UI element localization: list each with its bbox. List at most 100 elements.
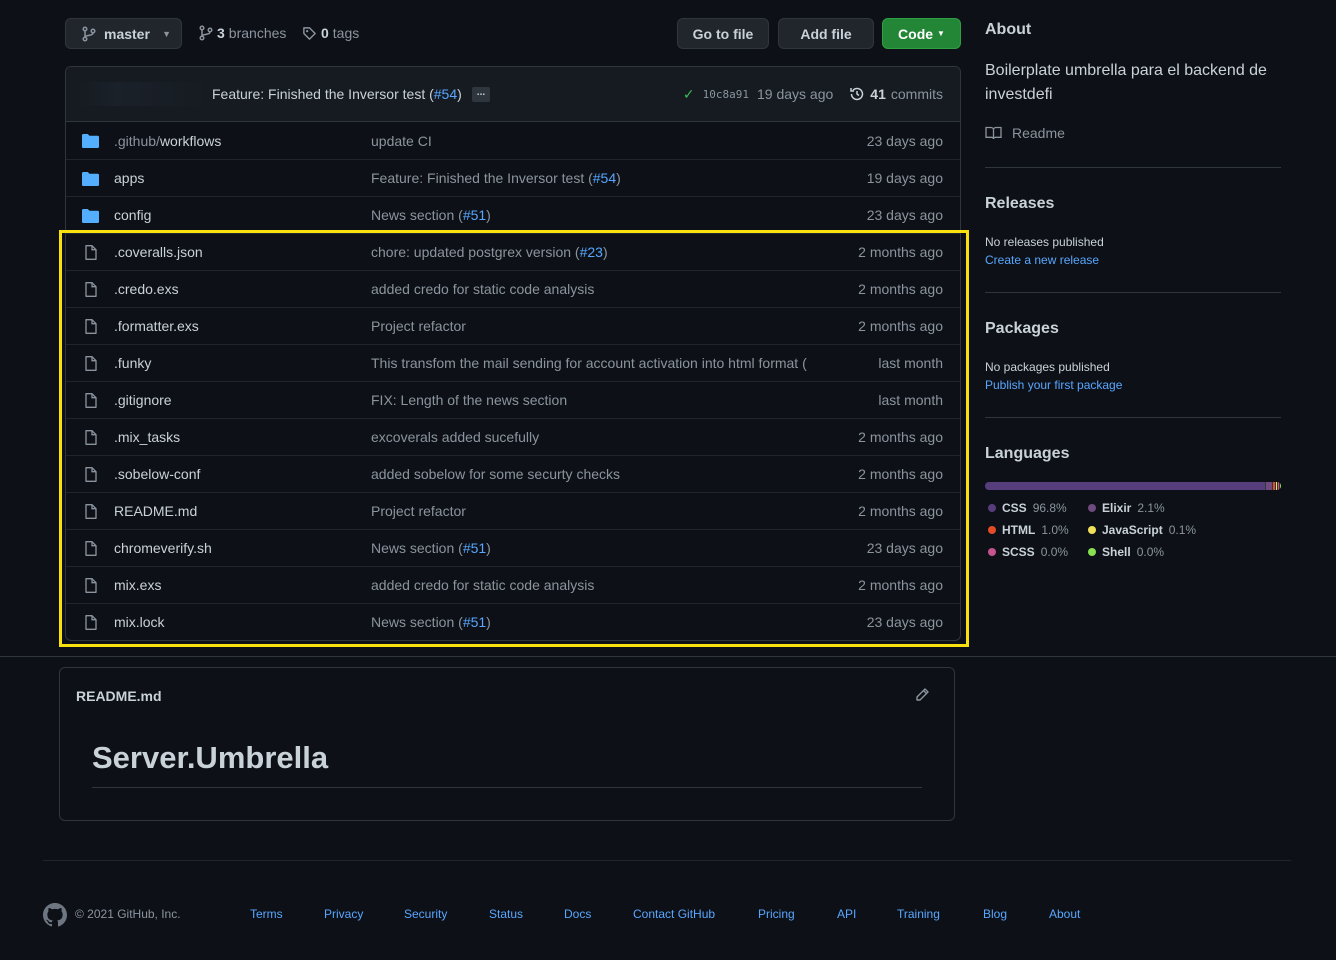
file-name-link[interactable]: .gitignore: [114, 392, 172, 408]
commits-history-link[interactable]: 41 commits: [849, 86, 943, 102]
file-row[interactable]: .github/workflows update CI 23 days ago: [66, 122, 960, 159]
file-icon: [85, 430, 97, 445]
commit-sha-link[interactable]: 10c8a91: [703, 88, 749, 101]
file-commit-text: update CI: [371, 132, 432, 149]
add-file-button[interactable]: Add file: [778, 18, 874, 49]
file-commit-message[interactable]: Project refactor: [371, 503, 466, 519]
file-commit-message[interactable]: News section (#51): [371, 207, 491, 223]
language-item[interactable]: CSS 96.8%: [985, 499, 1085, 516]
footer-link-docs[interactable]: Docs: [564, 907, 591, 921]
file-commit-message[interactable]: News section (#51): [371, 614, 491, 630]
latest-commit-pr-link[interactable]: #54: [434, 86, 457, 102]
footer-link-api[interactable]: API: [837, 907, 856, 921]
footer-link-training[interactable]: Training: [897, 907, 940, 921]
language-item[interactable]: SCSS 0.0%: [985, 543, 1085, 560]
file-commit-message[interactable]: added sobelow for some securty checks: [371, 466, 620, 482]
file-name-link[interactable]: .funky: [114, 355, 151, 371]
file-name-link[interactable]: chromeverify.sh: [114, 540, 212, 556]
publish-package-link[interactable]: Publish your first package: [985, 378, 1122, 392]
pencil-icon[interactable]: [914, 687, 930, 703]
readme-panel: README.md Server.Umbrella: [59, 667, 955, 821]
file-row[interactable]: config News section (#51) 23 days ago: [66, 196, 960, 233]
file-commit-message[interactable]: chore: updated postgrex version (#23): [371, 244, 608, 260]
file-commit-message[interactable]: Project refactor: [371, 318, 466, 334]
file-commit-text: This transfom the mail sending for accou…: [371, 355, 807, 371]
file-row[interactable]: .credo.exs added credo for static code an…: [66, 270, 960, 307]
github-logo-icon[interactable]: [43, 903, 67, 927]
file-row[interactable]: .funky This transfom the mail sending for…: [66, 344, 960, 381]
file-name-link[interactable]: apps: [114, 170, 144, 186]
language-name: Shell: [1102, 544, 1131, 559]
commit-author-avatar[interactable]: [78, 82, 208, 106]
latest-commit-bar: Feature: Finished the Inversor test (#54…: [66, 67, 960, 122]
footer-link-pricing[interactable]: Pricing: [758, 907, 795, 921]
expand-commit-button[interactable]: ...: [471, 86, 491, 102]
language-item[interactable]: Elixir 2.1%: [1085, 499, 1205, 516]
file-commit-message[interactable]: added credo for static code analysis: [371, 281, 594, 297]
latest-commit-text-end: ): [457, 86, 462, 102]
footer-link-contact-github[interactable]: Contact GitHub: [633, 907, 715, 921]
packages-heading[interactable]: Packages: [985, 320, 1059, 338]
go-to-file-button[interactable]: Go to file: [677, 18, 769, 49]
file-name-link[interactable]: .formatter.exs: [114, 318, 199, 334]
file-row[interactable]: README.md Project refactor 2 months ago: [66, 492, 960, 529]
file-commit-pr-link[interactable]: #51: [463, 207, 486, 223]
file-name-link[interactable]: mix.exs: [114, 577, 161, 593]
file-row[interactable]: .formatter.exs Project refactor 2 months a…: [66, 307, 960, 344]
latest-commit-message[interactable]: Feature: Finished the Inversor test (#54…: [212, 86, 462, 102]
file-commit-text: Feature: Finished the Inversor test (: [371, 170, 593, 186]
file-row[interactable]: .mix_tasks excoverals added sucefully 2 mo…: [66, 418, 960, 455]
file-commit-message[interactable]: News section (#51): [371, 540, 491, 556]
footer-link-terms[interactable]: Terms: [250, 907, 283, 921]
code-button[interactable]: Code ▼: [882, 18, 961, 49]
file-row[interactable]: .coveralls.json chore: updated postgrex v…: [66, 233, 960, 270]
file-name-link[interactable]: .mix_tasks: [114, 429, 180, 445]
file-row[interactable]: .gitignore FIX: Length of the news sectio…: [66, 381, 960, 418]
footer-link-privacy[interactable]: Privacy: [324, 907, 363, 921]
tags-link[interactable]: 0 tags: [302, 25, 359, 41]
file-name-link[interactable]: README.md: [114, 503, 197, 519]
branch-name: master: [104, 25, 150, 42]
readme-link[interactable]: Readme: [985, 125, 1065, 141]
file-name-link[interactable]: config: [114, 207, 151, 223]
branch-select-button[interactable]: master ▼: [65, 18, 182, 49]
file-name-link[interactable]: mix.lock: [114, 614, 165, 630]
file-commit-pr-link[interactable]: #54: [593, 170, 616, 186]
language-item[interactable]: Shell 0.0%: [1085, 543, 1205, 560]
file-commit-message[interactable]: excoverals added sucefully: [371, 429, 539, 445]
file-row[interactable]: .sobelow-conf added sobelow for some secu…: [66, 455, 960, 492]
file-row[interactable]: mix.exs added credo for static code analy…: [66, 566, 960, 603]
releases-heading[interactable]: Releases: [985, 195, 1054, 213]
file-name-link[interactable]: .sobelow-conf: [114, 466, 200, 482]
file-commit-pr-link[interactable]: #51: [463, 614, 486, 630]
file-commit-message[interactable]: This transfom the mail sending for accou…: [371, 355, 807, 371]
footer-link-about[interactable]: About: [1049, 907, 1080, 921]
file-name-link[interactable]: .github/workflows: [114, 133, 221, 149]
file-name-link[interactable]: .credo.exs: [114, 281, 179, 297]
file-commit-message[interactable]: FIX: Length of the news section: [371, 392, 567, 408]
file-icon: [85, 541, 97, 556]
git-branch-icon: [199, 25, 213, 41]
file-commit-text: News section (: [371, 614, 463, 630]
file-commit-pr-link[interactable]: #51: [463, 540, 486, 556]
file-commit-message[interactable]: Feature: Finished the Inversor test (#54…: [371, 170, 621, 186]
language-item[interactable]: JavaScript 0.1%: [1085, 521, 1205, 538]
file-commit-message[interactable]: update CI: [371, 133, 432, 149]
chevron-down-icon: ▼: [162, 28, 171, 39]
file-commit-message[interactable]: added credo for static code analysis: [371, 577, 594, 593]
footer-link-status[interactable]: Status: [489, 907, 523, 921]
file-commit-text: FIX: Length of the news section: [371, 392, 568, 408]
file-row[interactable]: mix.lock News section (#51) 23 days ago: [66, 603, 960, 640]
file-row[interactable]: apps Feature: Finished the Inversor test …: [66, 159, 960, 196]
file-name: .funky: [114, 355, 152, 371]
create-release-link[interactable]: Create a new release: [985, 253, 1099, 267]
language-percent: 0.0%: [1040, 544, 1069, 559]
file-name-link[interactable]: .coveralls.json: [114, 244, 203, 260]
file-row[interactable]: chromeverify.sh News section (#51) 23 days…: [66, 529, 960, 566]
check-icon[interactable]: ✓: [683, 86, 695, 103]
branches-link[interactable]: 3 branches: [199, 25, 286, 41]
footer-link-security[interactable]: Security: [404, 907, 447, 921]
language-item[interactable]: HTML 1.0%: [985, 521, 1085, 538]
file-commit-pr-link[interactable]: #23: [580, 244, 603, 260]
footer-link-blog[interactable]: Blog: [983, 907, 1007, 921]
